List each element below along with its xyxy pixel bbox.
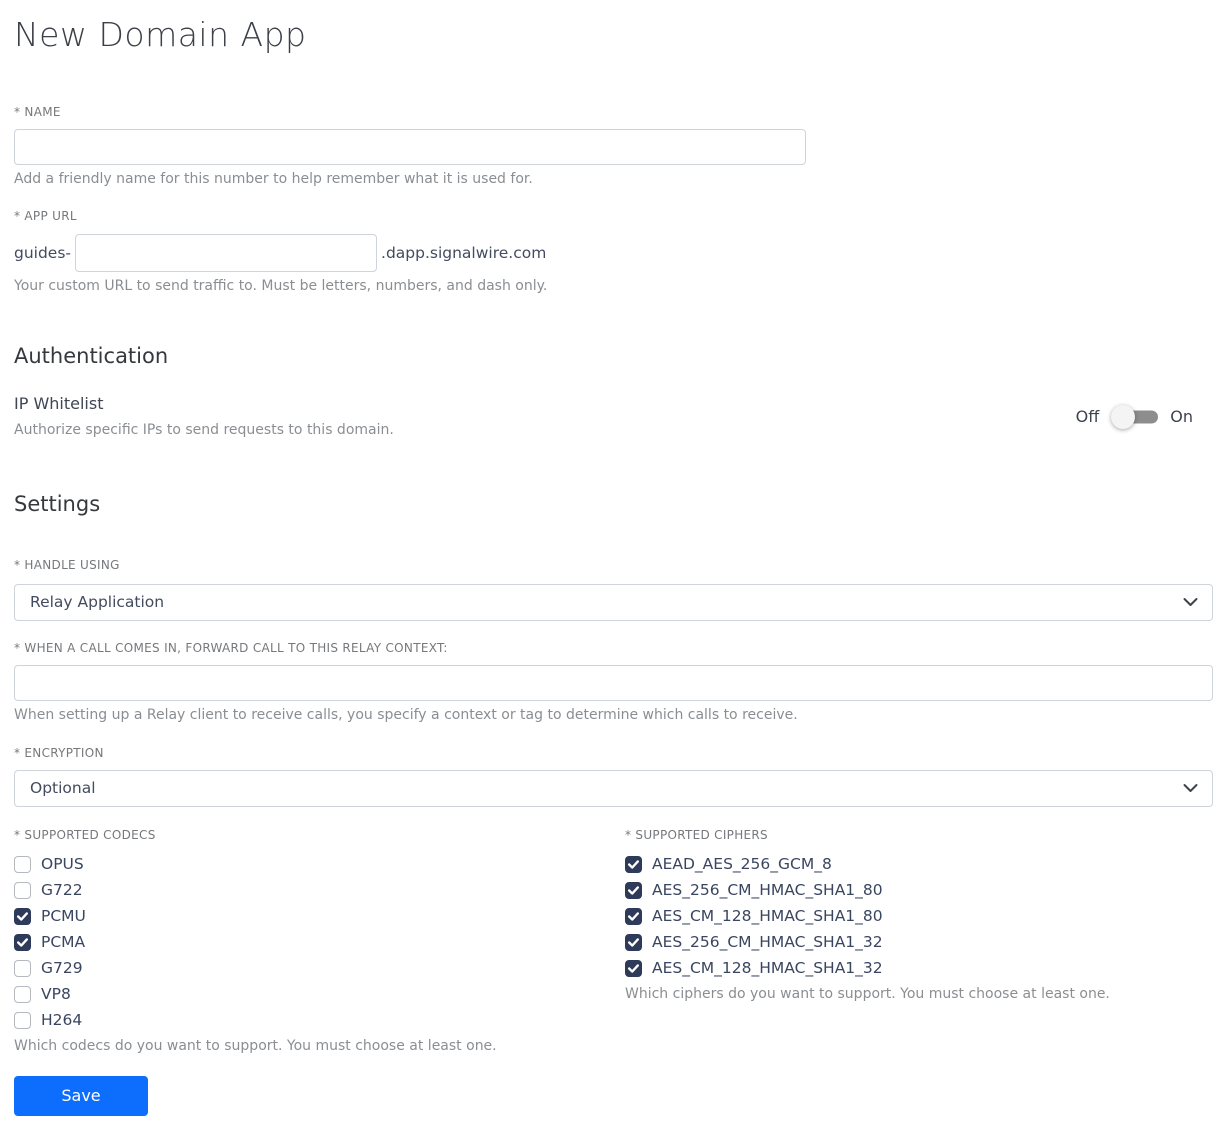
ciphers-label: * SUPPORTED CIPHERS: [625, 827, 768, 842]
app-url-label: * APP URL: [14, 209, 77, 224]
settings-heading: Settings: [14, 492, 101, 517]
toggle-on-label: On: [1170, 407, 1193, 427]
check-icon: [17, 938, 28, 947]
app-url-row: guides- .dapp.signalwire.com: [14, 233, 1213, 272]
checkbox[interactable]: [625, 933, 642, 951]
app-url-input[interactable]: [75, 233, 378, 272]
checkbox[interactable]: [625, 907, 642, 925]
encryption-selectwrap: Optional: [14, 769, 1213, 807]
checkbox-option[interactable]: G729: [14, 955, 625, 981]
relay-context-help: When setting up a Relay client to receiv…: [14, 707, 798, 724]
checkbox-option[interactable]: OPUS: [14, 851, 625, 877]
ip-whitelist-help: Authorize specific IPs to send requests …: [14, 421, 394, 438]
toggle-knob[interactable]: [1111, 404, 1136, 429]
checkbox-label: AES_256_CM_HMAC_SHA1_32: [652, 933, 883, 952]
name-label: * NAME: [14, 104, 61, 119]
checkbox-option[interactable]: PCMU: [14, 903, 625, 929]
ciphers-help: Which ciphers do you want to support. Yo…: [625, 986, 1110, 1003]
checkbox[interactable]: [14, 881, 31, 899]
checkbox-option[interactable]: AES_256_CM_HMAC_SHA1_32: [625, 929, 1213, 955]
checkbox-option[interactable]: AEAD_AES_256_GCM_8: [625, 851, 1213, 877]
handle-using-label: * HANDLE USING: [14, 558, 120, 573]
checkbox-label: G722: [41, 881, 83, 900]
checkbox[interactable]: [14, 1011, 31, 1029]
checkbox-option[interactable]: VP8: [14, 981, 625, 1007]
app-url-suffix: .dapp.signalwire.com: [381, 243, 547, 262]
ip-whitelist-row: IP Whitelist Authorize specific IPs to s…: [14, 394, 1213, 439]
ip-whitelist-toggle-group: Off On: [1075, 404, 1193, 429]
codecs-label: * SUPPORTED CODECS: [14, 827, 156, 842]
check-icon: [628, 886, 639, 895]
name-input[interactable]: [14, 128, 806, 165]
encryption-select[interactable]: Optional: [14, 769, 1213, 807]
check-icon: [628, 912, 639, 921]
check-icon: [628, 938, 639, 947]
checkbox-option[interactable]: H264: [14, 1007, 625, 1033]
checkbox-label: OPUS: [41, 855, 84, 874]
handle-using-selectwrap: Relay Application: [14, 583, 1213, 621]
ip-whitelist-text: IP Whitelist Authorize specific IPs to s…: [14, 394, 394, 439]
ciphers-column: * SUPPORTED CIPHERS AEAD_AES_256_GCM_8 A…: [625, 828, 1213, 1056]
codecs-help: Which codecs do you want to support. You…: [14, 1038, 497, 1055]
ciphers-group: AEAD_AES_256_GCM_8 AES_256_CM_HMAC_SHA1_…: [625, 851, 1213, 981]
toggle-off-label: Off: [1075, 407, 1100, 427]
check-icon: [628, 860, 639, 869]
checkbox[interactable]: [625, 959, 642, 977]
checkbox[interactable]: [14, 855, 31, 873]
checkbox-option[interactable]: AES_256_CM_HMAC_SHA1_80: [625, 877, 1213, 903]
checkbox-label: PCMA: [41, 933, 86, 952]
checkbox-label: G729: [41, 959, 83, 978]
page-title: New Domain App: [14, 15, 307, 54]
ip-whitelist-label: IP Whitelist: [14, 394, 104, 414]
checkbox-option[interactable]: G722: [14, 877, 625, 903]
checkbox[interactable]: [14, 907, 31, 925]
new-domain-app-page: New Domain App * NAME Add a friendly nam…: [0, 0, 1230, 1130]
checkbox-label: H264: [41, 1011, 83, 1030]
checkbox-label: PCMU: [41, 907, 86, 926]
codecs-group: OPUS G722 PCMU PCMA G729 VP8 H264: [14, 851, 625, 1033]
relay-context-label: * WHEN A CALL COMES IN, FORWARD CALL TO …: [14, 640, 448, 655]
checkbox-label: AES_CM_128_HMAC_SHA1_80: [652, 907, 883, 926]
check-icon: [17, 912, 28, 921]
authentication-heading: Authentication: [14, 344, 169, 369]
encryption-label: * ENCRYPTION: [14, 745, 104, 760]
handle-using-select[interactable]: Relay Application: [14, 583, 1213, 621]
checkbox-option[interactable]: PCMA: [14, 929, 625, 955]
checkbox-option[interactable]: AES_CM_128_HMAC_SHA1_80: [625, 903, 1213, 929]
checkbox-label: AES_256_CM_HMAC_SHA1_80: [652, 881, 883, 900]
checkbox-label: VP8: [41, 985, 71, 1004]
checkbox-label: AEAD_AES_256_GCM_8: [652, 855, 832, 874]
app-url-prefix: guides-: [14, 243, 72, 262]
checkbox[interactable]: [625, 881, 642, 899]
checkbox-label: AES_CM_128_HMAC_SHA1_32: [652, 959, 883, 978]
checkbox[interactable]: [14, 959, 31, 977]
checkbox[interactable]: [14, 933, 31, 951]
checkbox[interactable]: [625, 855, 642, 873]
codecs-column: * SUPPORTED CODECS OPUS G722 PCMU PCMA G…: [14, 828, 625, 1056]
checkbox-option[interactable]: AES_CM_128_HMAC_SHA1_32: [625, 955, 1213, 981]
codecs-ciphers-columns: * SUPPORTED CODECS OPUS G722 PCMU PCMA G…: [14, 828, 1213, 1056]
save-button[interactable]: Save: [14, 1075, 148, 1116]
checkbox[interactable]: [14, 985, 31, 1003]
ip-whitelist-toggle[interactable]: [1111, 404, 1159, 429]
name-help: Add a friendly name for this number to h…: [14, 170, 533, 187]
check-icon: [628, 964, 639, 973]
app-url-help: Your custom URL to send traffic to. Must…: [14, 277, 548, 294]
relay-context-input[interactable]: [14, 665, 1213, 702]
